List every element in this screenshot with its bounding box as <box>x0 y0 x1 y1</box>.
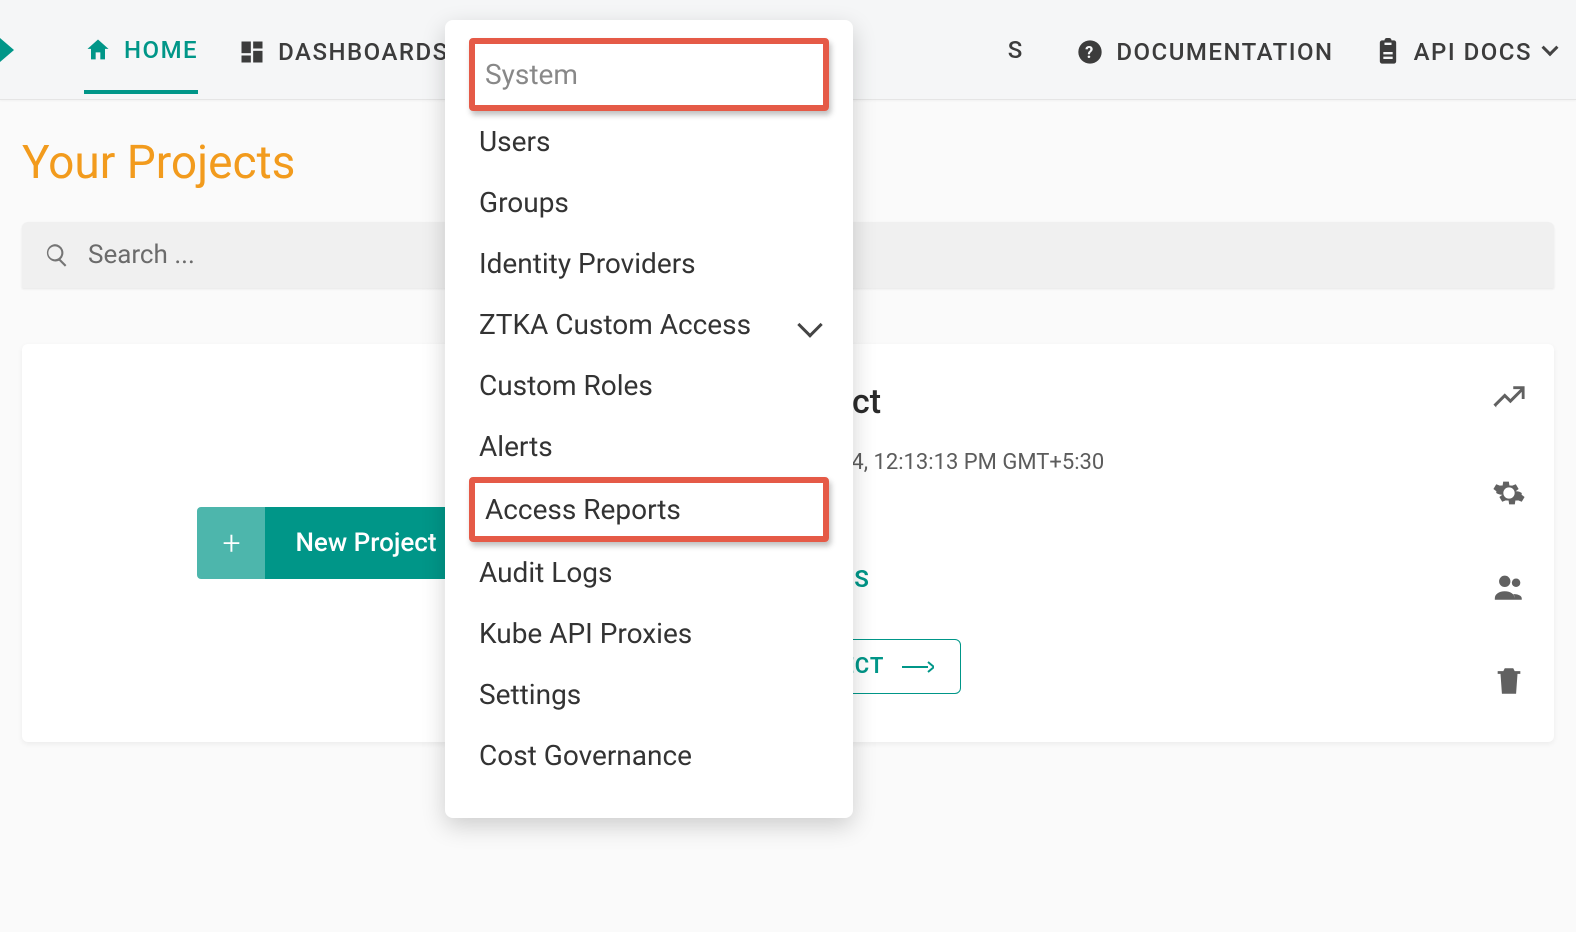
dropdown-item-kube-api-proxies[interactable]: Kube API Proxies <box>445 603 853 664</box>
dropdown-item-cost-governance[interactable]: Cost Governance <box>445 725 853 786</box>
trend-icon[interactable] <box>1492 382 1526 416</box>
help-icon: ? <box>1076 38 1104 66</box>
nav-api-docs[interactable]: API DOCS <box>1374 8 1556 92</box>
new-project-button[interactable]: + New Project <box>197 507 466 579</box>
dropdown-item-groups[interactable]: Groups <box>445 172 853 233</box>
svg-text:?: ? <box>1085 42 1095 61</box>
nav-home-label: HOME <box>124 36 198 64</box>
dropdown-item-ztka-label: ZTKA Custom Access <box>479 308 751 341</box>
dropdown-item-ztka[interactable]: ZTKA Custom Access <box>445 294 853 355</box>
search-icon <box>44 242 70 268</box>
search-placeholder: Search ... <box>88 240 195 270</box>
new-project-label: New Project <box>265 507 466 579</box>
dropdown-item-identity-providers[interactable]: Identity Providers <box>445 233 853 294</box>
clipboard-icon <box>1374 38 1402 66</box>
trash-icon[interactable] <box>1492 664 1526 698</box>
gear-icon[interactable] <box>1492 476 1526 510</box>
nav-home[interactable]: HOME <box>84 6 198 94</box>
dashboard-icon <box>238 38 266 66</box>
nav-documentation[interactable]: ? DOCUMENTATION <box>1076 8 1333 92</box>
dropdown-section-system: System <box>475 44 823 105</box>
chevron-down-icon <box>797 312 822 337</box>
nav-dashboards[interactable]: DASHBOARDS <box>238 8 449 92</box>
nav-hidden-item-fragment: S <box>1008 36 1025 64</box>
home-icon <box>84 36 112 64</box>
highlight-system: System <box>469 38 829 111</box>
dropdown-item-alerts[interactable]: Alerts <box>445 416 853 477</box>
users-icon[interactable] <box>1492 570 1526 604</box>
nav-documentation-label: DOCUMENTATION <box>1116 38 1333 66</box>
nav-api-docs-label: API DOCS <box>1414 38 1532 66</box>
nav-dashboards-label: DASHBOARDS <box>278 38 449 66</box>
dropdown-item-audit-logs[interactable]: Audit Logs <box>445 542 853 603</box>
chevron-down-icon <box>1542 39 1559 56</box>
dropdown-item-access-reports[interactable]: Access Reports <box>475 483 823 536</box>
logo-fragment <box>0 38 14 62</box>
dropdown-item-settings[interactable]: Settings <box>445 664 853 725</box>
system-dropdown: System Users Groups Identity Providers Z… <box>445 20 853 818</box>
dropdown-item-custom-roles[interactable]: Custom Roles <box>445 355 853 416</box>
dropdown-item-users[interactable]: Users <box>445 111 853 172</box>
arrow-right-icon <box>902 660 934 674</box>
highlight-access-reports: Access Reports <box>469 477 829 542</box>
plus-icon: + <box>197 507 265 579</box>
